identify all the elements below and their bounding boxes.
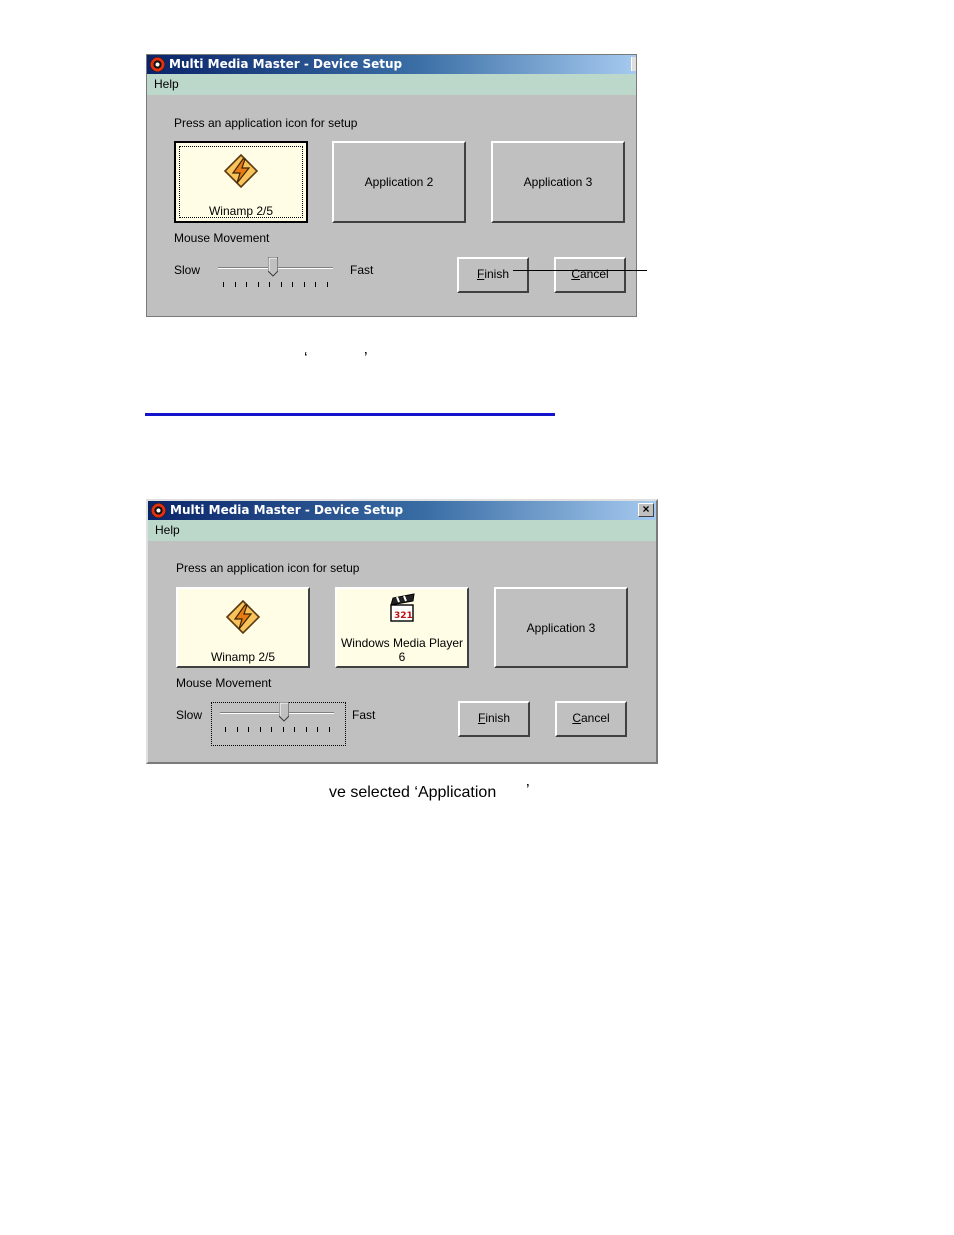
winamp-icon — [223, 153, 259, 189]
app-label-winamp: Winamp 2/5 — [210, 650, 276, 664]
mouse-movement-label: Mouse Movement — [174, 231, 270, 245]
app-button-winamp[interactable]: Winamp 2/5 — [176, 587, 310, 668]
app-button-winamp[interactable]: Winamp 2/5 — [174, 141, 308, 223]
link-underline-rule — [145, 413, 555, 416]
app-button-windows-media-player[interactable]: 321 Windows Media Player 6 — [335, 587, 469, 668]
title-bar-button-stub[interactable] — [631, 57, 636, 71]
mouse-movement-label: Mouse Movement — [176, 676, 272, 690]
app-label-application-2: Application 2 — [364, 175, 434, 189]
menu-bar: Help — [147, 74, 636, 95]
slider-tick — [271, 727, 272, 732]
app-label-wmp-version: 6 — [398, 650, 406, 664]
clapperboard-icon: 321 — [390, 593, 415, 622]
menu-help[interactable]: Help — [154, 77, 179, 91]
slider-tick — [304, 282, 305, 287]
slider-tick — [292, 282, 293, 287]
menu-bar: Help — [148, 520, 656, 541]
slow-label: Slow — [176, 708, 203, 722]
app-button-application-2[interactable]: Application 2 — [332, 141, 466, 223]
slider-ticks — [223, 282, 328, 288]
app-logo-icon — [150, 57, 165, 72]
slider-tick — [281, 282, 282, 287]
title-bar[interactable]: Multi Media Master - Device Setup × — [148, 501, 656, 520]
app-label-application-3: Application 3 — [526, 620, 596, 635]
setup-prompt: Press an application icon for setup — [176, 561, 360, 575]
slider-tick — [317, 727, 318, 732]
slider-tick — [258, 282, 259, 287]
device-setup-window-1: Multi Media Master - Device Setup Help P… — [146, 54, 637, 317]
winamp-icon — [225, 599, 261, 635]
slider-tick — [283, 727, 284, 732]
fast-label: Fast — [350, 263, 374, 277]
slider-tick — [237, 727, 238, 732]
finish-button[interactable]: Finish — [458, 701, 530, 737]
slider-tick — [294, 727, 295, 732]
slider-tick — [235, 282, 236, 287]
caption-2-close-quote: ’ — [526, 782, 530, 799]
app-label-wmp: Windows Media Player — [340, 636, 464, 650]
close-icon: × — [642, 502, 650, 516]
cancel-button[interactable]: Cancel — [554, 257, 626, 293]
slider-tick — [269, 282, 270, 287]
window-title: Multi Media Master - Device Setup — [170, 503, 404, 517]
slider-tick — [223, 282, 224, 287]
slider-tick — [327, 282, 328, 287]
title-bar[interactable]: Multi Media Master - Device Setup — [147, 55, 636, 74]
app-button-application-3[interactable]: Application 3 — [491, 141, 625, 223]
caption-2-text: ve selected ‘Application — [329, 784, 497, 801]
caption-1-close-quote: ’ — [364, 350, 368, 367]
mouse-speed-slider-thumb[interactable] — [279, 702, 289, 722]
cancel-button-label: Cancel — [572, 711, 610, 725]
slider-tick — [329, 727, 330, 732]
app-logo-icon — [151, 503, 166, 518]
slider-tick — [248, 727, 249, 732]
app-label-application-3: Application 3 — [523, 175, 593, 189]
app-button-application-3[interactable]: Application 3 — [494, 587, 628, 668]
slider-tick — [315, 282, 316, 287]
setup-prompt: Press an application icon for setup — [174, 116, 358, 130]
device-setup-window-2: Multi Media Master - Device Setup × Help… — [146, 499, 658, 764]
slider-tick — [225, 727, 226, 732]
svg-text:321: 321 — [394, 611, 413, 621]
fast-label: Fast — [352, 708, 376, 722]
slider-tick — [306, 727, 307, 732]
mouse-speed-slider-thumb[interactable] — [268, 257, 278, 277]
slider-ticks — [225, 727, 330, 733]
slider-tick — [246, 282, 247, 287]
cancel-button[interactable]: Cancel — [555, 701, 627, 737]
close-button[interactable]: × — [638, 503, 654, 517]
mouse-speed-slider-track[interactable] — [220, 712, 334, 714]
finish-button-label: Finish — [477, 711, 511, 725]
callout-line — [513, 270, 647, 271]
slow-label: Slow — [174, 263, 201, 277]
finish-button[interactable]: Finish — [457, 257, 529, 293]
slider-tick — [260, 727, 261, 732]
finish-button-label: Finish — [476, 267, 510, 281]
caption-1-open-quote: ‘ — [304, 350, 308, 367]
window-title: Multi Media Master - Device Setup — [169, 57, 403, 71]
app-label-winamp: Winamp 2/5 — [208, 204, 274, 218]
menu-help[interactable]: Help — [155, 523, 180, 537]
